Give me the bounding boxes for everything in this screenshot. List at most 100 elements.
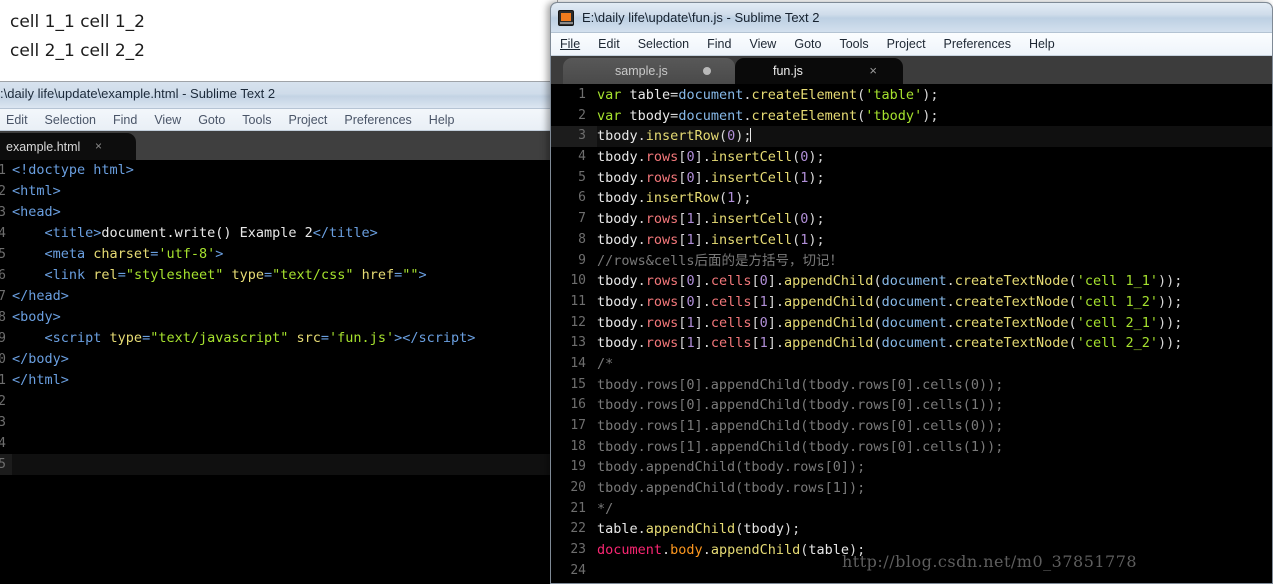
menu-item-selection[interactable]: Selection bbox=[638, 37, 689, 51]
code-row: 23 document.body.appendChild(table); bbox=[551, 540, 1272, 561]
text-cursor bbox=[750, 128, 752, 143]
menu-item-preferences[interactable]: Preferences bbox=[344, 113, 411, 127]
code-row: 6 <link rel="stylesheet" type="text/css"… bbox=[0, 265, 557, 286]
unsaved-dot-icon[interactable] bbox=[703, 67, 711, 75]
code-row: 20 tbody.appendChild(tbody.rows[1]); bbox=[551, 478, 1272, 499]
code-line: tbody.rows[1].cells[0].appendChild(docum… bbox=[597, 314, 1183, 331]
tab-example-html[interactable]: example.html × bbox=[0, 133, 136, 160]
code-line: <meta charset='utf-8'> bbox=[44, 246, 224, 262]
line-number: 8 bbox=[578, 231, 586, 247]
code-line: tbody.rows[1].appendChild(tbody.rows[0].… bbox=[597, 438, 1004, 455]
line-number: 3 bbox=[0, 202, 12, 223]
line-number: 21 bbox=[570, 500, 586, 516]
line-number: 5 bbox=[578, 169, 586, 185]
code-row: 12 bbox=[0, 391, 557, 412]
tab-label: example.html bbox=[6, 139, 81, 154]
line-number: 13 bbox=[570, 335, 586, 351]
sublime-window-left[interactable]: :\daily life\update\example.html - Subli… bbox=[0, 82, 558, 584]
line-number: 5 bbox=[0, 244, 12, 265]
code-row: 14 bbox=[0, 433, 557, 454]
code-line: <head> bbox=[12, 204, 61, 220]
menu-item-file-label: File bbox=[560, 37, 581, 51]
right-menubar: File Edit Selection Find View Goto Tools… bbox=[551, 33, 1272, 56]
menu-item-help[interactable]: Help bbox=[1029, 37, 1055, 51]
browser-window: cell 1_1 cell 1_2 cell 2_1 cell 2_2 bbox=[0, 0, 558, 82]
close-icon[interactable]: × bbox=[869, 63, 877, 78]
line-number: 6 bbox=[578, 190, 586, 206]
menu-item-edit[interactable]: Edit bbox=[598, 37, 620, 51]
code-row: 12 tbody.rows[1].cells[0].appendChild(do… bbox=[551, 313, 1272, 334]
menu-item-find[interactable]: Find bbox=[113, 113, 137, 127]
line-number: 19 bbox=[570, 459, 586, 475]
menu-item-goto[interactable]: Goto bbox=[794, 37, 821, 51]
code-row: 17 tbody.rows[1].appendChild(tbody.rows[… bbox=[551, 416, 1272, 437]
tab-label: sample.js bbox=[615, 64, 668, 78]
menu-item-view[interactable]: View bbox=[154, 113, 181, 127]
left-editor-code-area[interactable]: 1 <!doctype html> 2 <html> 3 <head> 4 <t… bbox=[0, 160, 557, 584]
menu-item-selection[interactable]: Selection bbox=[45, 113, 96, 127]
left-tabbar: example.html × bbox=[0, 131, 557, 160]
tab-fun-js[interactable]: fun.js × bbox=[735, 58, 903, 84]
line-number: 16 bbox=[570, 397, 586, 413]
sublime-text-icon bbox=[558, 9, 574, 26]
code-row: 11 tbody.rows[0].cells[1].appendChild(do… bbox=[551, 292, 1272, 313]
code-row: 3 tbody.insertRow(0); bbox=[551, 126, 1272, 148]
code-row: 22 table.appendChild(tbody); bbox=[551, 519, 1272, 540]
code-line: tbody.appendChild(tbody.rows[1]); bbox=[597, 480, 866, 497]
code-line: tbody.insertRow(0); bbox=[597, 128, 752, 145]
menu-item-tools[interactable]: Tools bbox=[242, 113, 271, 127]
code-row: 13 tbody.rows[1].cells[1].appendChild(do… bbox=[551, 333, 1272, 354]
line-number: 9 bbox=[0, 328, 12, 349]
sublime-window-right[interactable]: E:\daily life\update\fun.js - Sublime Te… bbox=[550, 2, 1273, 584]
code-line: tbody.rows[0].insertCell(0); bbox=[597, 149, 825, 166]
code-row: 13 bbox=[0, 412, 557, 433]
close-icon[interactable]: × bbox=[95, 139, 102, 153]
menu-item-preferences[interactable]: Preferences bbox=[944, 37, 1011, 51]
code-line: </head> bbox=[12, 288, 69, 304]
line-number: 3 bbox=[551, 126, 597, 148]
right-titlebar[interactable]: E:\daily life\update\fun.js - Sublime Te… bbox=[551, 3, 1272, 33]
code-row: 16 tbody.rows[0].appendChild(tbody.rows[… bbox=[551, 395, 1272, 416]
tab-sample-js[interactable]: sample.js bbox=[563, 58, 735, 84]
line-number: 4 bbox=[0, 223, 12, 244]
code-line: tbody.rows[0].appendChild(tbody.rows[0].… bbox=[597, 397, 1004, 414]
code-line: table.appendChild(tbody); bbox=[597, 521, 801, 538]
line-number: 22 bbox=[570, 521, 586, 537]
code-row: 1 <!doctype html> bbox=[0, 160, 557, 181]
code-row: 4 tbody.rows[0].insertCell(0); bbox=[551, 147, 1272, 168]
code-line: tbody.rows[1].insertCell(1); bbox=[597, 231, 825, 248]
code-row: 7 tbody.rows[1].insertCell(0); bbox=[551, 209, 1272, 230]
line-number: 17 bbox=[570, 418, 586, 433]
left-titlebar[interactable]: :\daily life\update\example.html - Subli… bbox=[0, 82, 557, 109]
menu-item-project[interactable]: Project bbox=[288, 113, 327, 127]
code-row: 2 <html> bbox=[0, 181, 557, 202]
code-line: <link rel="stylesheet" type="text/css" h… bbox=[44, 267, 427, 283]
menu-item-edit[interactable]: Edit bbox=[6, 113, 28, 127]
code-line: <script type="text/javascript" src='fun.… bbox=[44, 330, 476, 346]
menu-item-tools[interactable]: Tools bbox=[839, 37, 868, 51]
menu-item-project[interactable]: Project bbox=[887, 37, 926, 51]
menu-item-goto[interactable]: Goto bbox=[198, 113, 225, 127]
code-line: tbody.rows[0].cells[0].appendChild(docum… bbox=[597, 273, 1183, 290]
menu-item-view[interactable]: View bbox=[749, 37, 776, 51]
right-editor-code-area[interactable]: 1 var table=document.createElement('tabl… bbox=[551, 84, 1272, 583]
code-line: tbody.rows[1].appendChild(tbody.rows[0].… bbox=[597, 418, 1004, 434]
code-row: 7 </head> bbox=[0, 286, 557, 307]
line-number: 18 bbox=[570, 438, 586, 454]
code-row: 19 tbody.appendChild(tbody.rows[0]); bbox=[551, 457, 1272, 478]
code-row: 11 </html> bbox=[0, 370, 557, 391]
menu-item-help[interactable]: Help bbox=[429, 113, 455, 127]
code-row: 4 <title>document.write() Example 2</tit… bbox=[0, 223, 557, 244]
line-number: 7 bbox=[0, 286, 12, 307]
line-number: 2 bbox=[0, 181, 12, 202]
code-row: 21 */ bbox=[551, 499, 1272, 520]
tab-label: fun.js bbox=[773, 64, 803, 78]
menu-item-file[interactable]: File bbox=[560, 37, 580, 51]
menu-item-find[interactable]: Find bbox=[707, 37, 731, 51]
code-row: 2 var tbody=document.createElement('tbod… bbox=[551, 106, 1272, 127]
code-line: var table=document.createElement('table'… bbox=[597, 87, 939, 103]
line-number: 1 bbox=[578, 87, 586, 102]
line-number: 2 bbox=[578, 107, 586, 123]
right-tabbar: sample.js fun.js × bbox=[551, 56, 1272, 84]
